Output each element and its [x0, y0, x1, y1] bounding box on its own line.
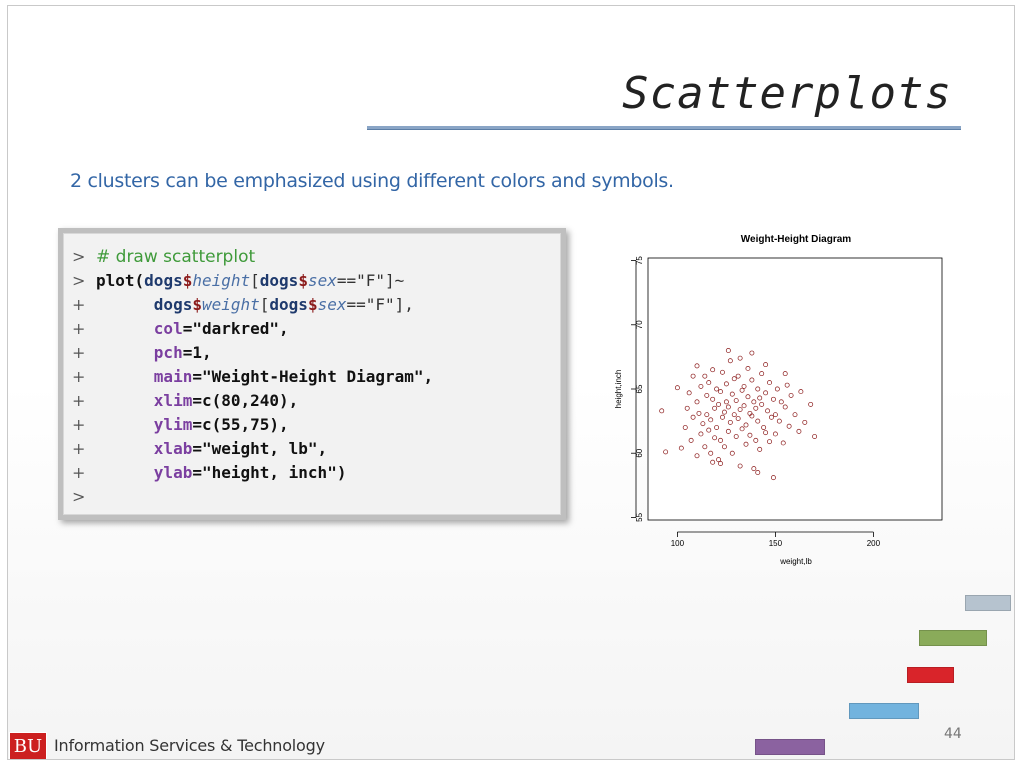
- y-axis-label: height,inch: [614, 370, 623, 409]
- deco-bar-green: [919, 630, 987, 646]
- arg-value: ="weight, lb",: [192, 439, 328, 458]
- prompt-symbol: +: [72, 367, 86, 386]
- bracket-open: [: [259, 295, 270, 314]
- prompt-symbol: +: [72, 415, 86, 434]
- prompt-symbol: +: [72, 391, 86, 410]
- dollar-operator: $: [182, 271, 193, 290]
- bracket-open: [: [250, 271, 260, 290]
- code-line-arg: + xlim=c(80,240),: [72, 389, 298, 413]
- arg-name: pch: [153, 343, 183, 362]
- prompt-symbol: +: [72, 319, 86, 338]
- code-line-arg: + xlab="weight, lb",: [72, 437, 327, 461]
- prompt-symbol: >: [72, 487, 86, 506]
- x-axis-label: weight,lb: [779, 557, 812, 566]
- prompt-symbol: +: [72, 343, 86, 362]
- plot-function: plot(: [96, 271, 145, 290]
- arg-name: main: [153, 367, 193, 386]
- code-line-arg: + ylim=c(55,75),: [72, 413, 289, 437]
- arg-value: =c(55,75),: [192, 415, 289, 434]
- arg-value: ="Weight-Height Diagram",: [192, 367, 434, 386]
- y-tick-label: 65: [635, 384, 644, 393]
- code-line-weight: + dogs$weight[dogs$sex=="F"],: [72, 293, 414, 317]
- deco-bar-gray: [965, 595, 1011, 611]
- slide-subtitle: 2 clusters can be emphasized using diffe…: [70, 170, 674, 192]
- object-dogs: dogs: [153, 295, 193, 314]
- bu-logo: BU: [9, 732, 47, 759]
- filter-expression: =="F"],: [346, 295, 414, 314]
- field-sex: sex: [317, 295, 347, 314]
- x-tick-label: 200: [867, 539, 881, 548]
- arg-name: col: [153, 319, 183, 338]
- arg-value: =1,: [182, 343, 212, 362]
- y-axis: 55 60 65 70 75: [631, 256, 644, 522]
- arg-value: =c(80,240),: [192, 391, 299, 410]
- slide-title: Scatterplots: [622, 68, 952, 119]
- field-height: height: [192, 271, 251, 290]
- code-line-arg: + ylab="height, inch"): [72, 461, 346, 485]
- title-underline: [367, 126, 961, 130]
- y-tick-label: 70: [635, 320, 644, 329]
- code-block: > # draw scatterplot > plot(dogs$height[do…: [58, 228, 566, 520]
- scatterplot-svg: Weight-Height Diagram 100 150 200 55 60 65 70…: [614, 234, 943, 566]
- x-tick-label: 150: [769, 539, 783, 548]
- code-line-arg: + pch=1,: [72, 341, 212, 365]
- plot-frame: [647, 257, 943, 521]
- object-dogs: dogs: [144, 271, 183, 290]
- deco-bar-red: [907, 667, 954, 683]
- prompt-symbol: +: [72, 295, 86, 314]
- prompt-symbol: +: [72, 463, 86, 482]
- arg-value: ="height, inch"): [192, 463, 347, 482]
- code-line-plot-call: > plot(dogs$height[dogs$sex=="F"]~: [72, 269, 404, 293]
- arg-value: ="darkred",: [182, 319, 289, 338]
- y-tick-label: 60: [635, 448, 644, 457]
- dollar-operator: $: [192, 295, 202, 314]
- arg-name: xlab: [153, 439, 193, 458]
- scatterplot-figure: Weight-Height Diagram 100 150 200 55 60 65 70…: [606, 228, 956, 573]
- x-axis: 100 150 200: [671, 531, 881, 548]
- code-line-arg: + col="darkred",: [72, 317, 289, 341]
- footer-org-name: Information Services & Technology: [54, 736, 325, 755]
- field-weight: weight: [201, 295, 260, 314]
- arg-name: xlim: [153, 391, 193, 410]
- prompt-symbol: >: [72, 271, 86, 290]
- code-line-comment: > # draw scatterplot: [72, 245, 255, 269]
- code-comment: # draw scatterplot: [96, 247, 256, 267]
- deco-bar-purple: [755, 739, 825, 755]
- object-dogs: dogs: [259, 271, 299, 290]
- code-line-prompt: >: [72, 485, 96, 509]
- y-tick-label: 55: [635, 512, 644, 521]
- x-tick-label: 100: [671, 539, 685, 548]
- slide: Scatterplots 2 clusters can be emphasize…: [7, 5, 1015, 760]
- prompt-symbol: +: [72, 439, 86, 458]
- field-sex: sex: [307, 271, 337, 290]
- deco-bar-blue: [849, 703, 919, 719]
- dollar-operator: $: [298, 271, 308, 290]
- y-tick-label: 75: [635, 256, 644, 265]
- chart-title: Weight-Height Diagram: [741, 234, 851, 245]
- object-dogs: dogs: [269, 295, 308, 314]
- dollar-operator: $: [307, 295, 318, 314]
- code-block-inner: > # draw scatterplot > plot(dogs$height[do…: [63, 233, 561, 515]
- prompt-symbol: >: [72, 247, 86, 266]
- page-number: 44: [944, 726, 962, 742]
- arg-name: ylim: [153, 415, 193, 434]
- arg-name: ylab: [153, 463, 193, 482]
- filter-expression: =="F"]~: [336, 271, 405, 290]
- code-line-arg: + main="Weight-Height Diagram",: [72, 365, 433, 389]
